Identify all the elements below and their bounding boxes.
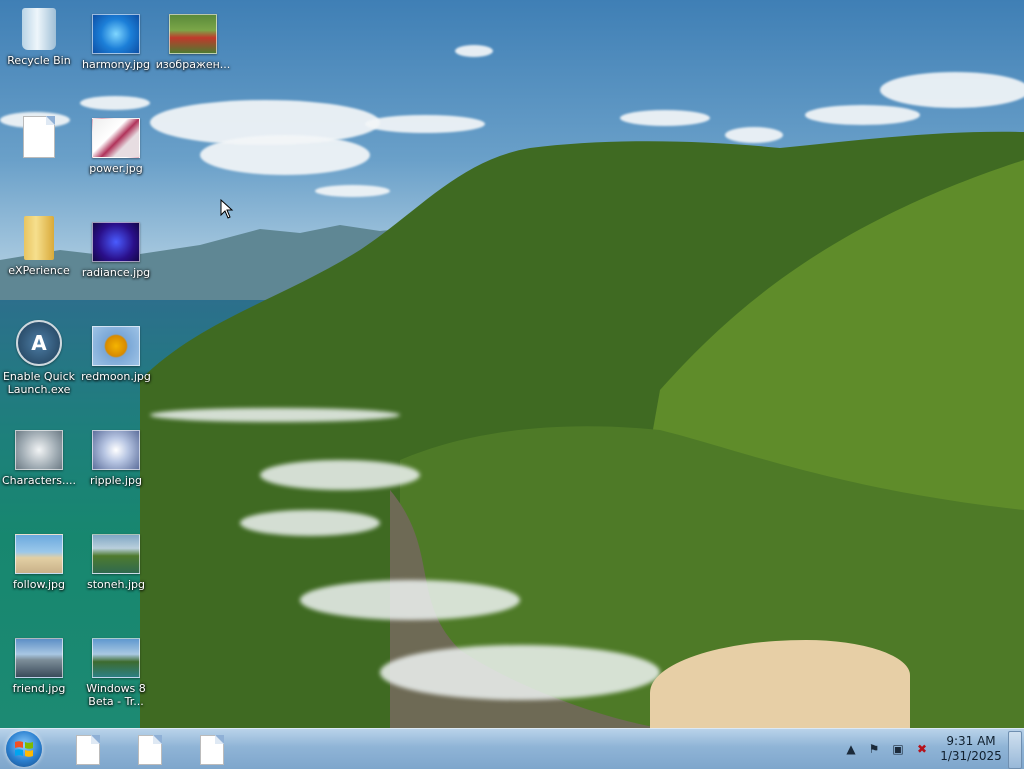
image-file-icon — [15, 430, 63, 470]
application-icon: A — [16, 320, 62, 366]
desktop-icon-harmony[interactable]: harmony.jpg — [77, 14, 155, 71]
surf-foam — [300, 580, 520, 620]
image-file-icon — [92, 326, 140, 366]
speaker-muted-icon[interactable]: ✖ — [914, 741, 930, 757]
document-file-icon — [23, 116, 55, 158]
desktop-icon-label: redmoon.jpg — [81, 370, 151, 383]
desktop-icon-label: stoneh.jpg — [86, 578, 145, 591]
desktop-icon-label: Characters.... — [1, 474, 77, 487]
image-file-icon — [169, 14, 217, 54]
taskbar-clock[interactable]: 9:31 AM 1/31/2025 — [940, 734, 1002, 764]
image-file-icon — [15, 534, 63, 574]
taskbar: ▲ ⚑ ▣ ✖ 9:31 AM 1/31/2025 — [0, 728, 1024, 769]
desktop-icon-label: изображен... — [155, 58, 231, 71]
windows-logo-icon — [15, 741, 33, 757]
desktop-icon-ripple[interactable]: ripple.jpg — [77, 430, 155, 487]
desktop-icon-label: follow.jpg — [13, 578, 65, 591]
desktop-icon-label: radiance.jpg — [81, 266, 151, 279]
desktop-icon-label: eXPerience — [8, 264, 70, 277]
desktop-icon-radiance[interactable]: radiance.jpg — [77, 222, 155, 279]
desktop-icon-label: Windows 8 Beta - Tr... — [86, 682, 146, 708]
desktop-icon-unnamed-document[interactable] — [0, 116, 78, 162]
document-file-icon — [76, 735, 100, 765]
desktop-icon-recycle-bin[interactable]: Recycle Bin — [0, 8, 78, 67]
image-file-icon — [92, 222, 140, 262]
taskbar-pinned-document-3[interactable] — [200, 735, 226, 765]
clock-time: 9:31 AM — [946, 734, 996, 748]
flag-icon[interactable]: ⚑ — [866, 741, 882, 757]
desktop-icon-label: Enable Quick Launch.exe — [2, 370, 76, 396]
surf-foam — [240, 510, 380, 536]
start-button[interactable] — [6, 731, 42, 767]
surf-foam — [150, 408, 400, 422]
show-desktop-button[interactable] — [1008, 731, 1022, 769]
desktop-icon-label: power.jpg — [89, 162, 143, 175]
green-mountains — [140, 131, 1024, 728]
desktop-icon-experience-folder[interactable]: eXPerience — [0, 216, 78, 277]
desktop-icon-label: harmony.jpg — [82, 58, 150, 71]
desktop-icon-follow[interactable]: follow.jpg — [0, 534, 78, 591]
folder-icon — [24, 216, 54, 260]
document-file-icon — [138, 735, 162, 765]
desktop-icon-label: ripple.jpg — [90, 474, 142, 487]
image-file-icon — [92, 638, 140, 678]
cloud — [455, 45, 493, 57]
desktop-icon-label: Recycle Bin — [7, 54, 71, 67]
recycle-bin-icon — [22, 8, 56, 50]
cloud — [805, 105, 920, 125]
desktop-icon-friend[interactable]: friend.jpg — [0, 638, 78, 695]
taskbar-pinned-document-2[interactable] — [138, 735, 164, 765]
surf-foam — [260, 460, 420, 490]
desktop-icon-power[interactable]: power.jpg — [77, 118, 155, 175]
desktop-icon-stoneh[interactable]: stoneh.jpg — [77, 534, 155, 591]
chevron-up-icon[interactable]: ▲ — [843, 741, 859, 757]
image-file-icon — [92, 430, 140, 470]
surf-foam — [380, 645, 660, 700]
document-file-icon — [200, 735, 224, 765]
desktop-icon-characters[interactable]: Characters.... — [0, 430, 78, 487]
cloud — [880, 72, 1024, 108]
network-icon[interactable]: ▣ — [890, 741, 906, 757]
image-file-icon — [15, 638, 63, 678]
taskbar-pinned-document-1[interactable] — [76, 735, 102, 765]
mouse-cursor-icon — [220, 199, 234, 219]
image-file-icon — [92, 118, 140, 158]
image-file-icon — [92, 534, 140, 574]
image-file-icon — [92, 14, 140, 54]
desktop-icon-redmoon[interactable]: redmoon.jpg — [77, 326, 155, 383]
desktop-icon-windows-8-beta[interactable]: Windows 8 Beta - Tr... — [77, 638, 155, 708]
cloud — [620, 110, 710, 126]
desktop-icon-izobrazhen[interactable]: изображен... — [154, 14, 232, 71]
desktop-icon-enable-quick-launch[interactable]: A Enable Quick Launch.exe — [0, 320, 78, 396]
clock-date: 1/31/2025 — [940, 749, 1002, 763]
desktop-icon-label: friend.jpg — [12, 682, 66, 695]
cloud — [80, 96, 150, 110]
